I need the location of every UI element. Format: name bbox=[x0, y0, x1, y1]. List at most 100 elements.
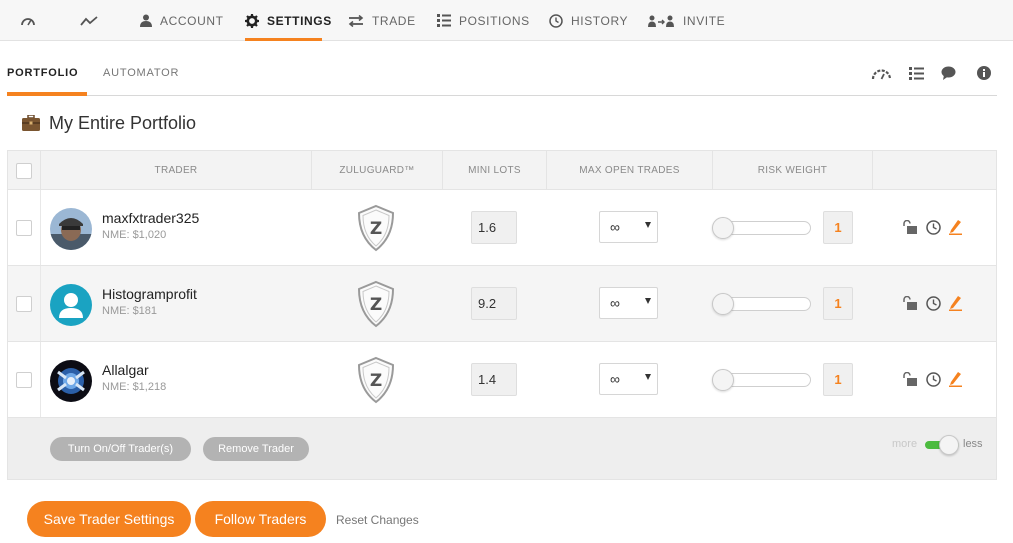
avatar[interactable] bbox=[50, 284, 92, 326]
max-open-trades-value: ∞ bbox=[610, 371, 620, 387]
user-icon bbox=[140, 14, 152, 27]
mini-lots-input[interactable]: 1.4 bbox=[471, 363, 517, 396]
max-open-trades-value: ∞ bbox=[610, 219, 620, 235]
trader-name[interactable]: Allalgar bbox=[102, 362, 149, 378]
tab-portfolio[interactable]: PORTFOLIO bbox=[7, 67, 78, 79]
nav-performance[interactable] bbox=[80, 0, 106, 41]
toggle-knob bbox=[939, 435, 959, 455]
risk-weight-value[interactable]: 1 bbox=[823, 211, 853, 244]
slider-thumb[interactable] bbox=[712, 293, 734, 315]
svg-text:Z: Z bbox=[370, 295, 382, 315]
list-icon[interactable] bbox=[909, 67, 924, 80]
table-row: maxfxtrader325 NME: $1,020 Z 1.6 ∞ 1 bbox=[8, 190, 996, 266]
trader-nme: NME: $181 bbox=[102, 305, 158, 317]
more-label[interactable]: more bbox=[892, 438, 917, 450]
table-row: Allalgar NME: $1,218 Z 1.4 ∞ 1 bbox=[8, 342, 996, 418]
row-checkbox[interactable] bbox=[16, 371, 32, 388]
max-open-trades-value: ∞ bbox=[610, 295, 620, 311]
nav-account-label: ACCOUNT bbox=[160, 13, 224, 28]
zuluguard-shield-icon[interactable]: Z bbox=[356, 356, 396, 404]
avatar[interactable] bbox=[50, 208, 92, 250]
remove-trader-button[interactable]: Remove Trader bbox=[203, 437, 309, 461]
chevron-down-icon bbox=[645, 374, 651, 380]
trader-nme: NME: $1,218 bbox=[102, 381, 167, 393]
turn-on-off-traders-button[interactable]: Turn On/Off Trader(s) bbox=[50, 437, 191, 461]
swap-arrows-icon bbox=[348, 14, 364, 27]
nav-invite[interactable]: INVITE bbox=[648, 0, 725, 41]
clock-icon[interactable] bbox=[926, 296, 941, 311]
slider-thumb[interactable] bbox=[712, 217, 734, 239]
risk-weight-value[interactable]: 1 bbox=[823, 287, 853, 320]
invite-users-icon bbox=[648, 15, 674, 27]
row-select-cell bbox=[8, 342, 41, 417]
max-open-trades-select[interactable]: ∞ bbox=[599, 211, 658, 243]
unlock-icon[interactable] bbox=[902, 372, 918, 386]
table-footer: Turn On/Off Trader(s) Remove Trader more… bbox=[8, 418, 996, 479]
active-tab-indicator bbox=[245, 38, 322, 41]
portfolio-header: My Entire Portfolio bbox=[22, 110, 196, 136]
risk-weight-slider[interactable] bbox=[712, 369, 811, 391]
trader-name[interactable]: maxfxtrader325 bbox=[102, 210, 199, 226]
top-navigation: ACCOUNT SETTINGS TRADE POSITIONS HISTORY… bbox=[0, 0, 1013, 41]
pencil-icon[interactable] bbox=[949, 372, 962, 387]
header-mini-lots: MINI LOTS bbox=[443, 151, 547, 190]
clock-icon bbox=[549, 13, 563, 28]
more-less-toggle[interactable] bbox=[925, 435, 959, 455]
unlock-icon[interactable] bbox=[902, 296, 918, 310]
zuluguard-shield-icon[interactable]: Z bbox=[356, 204, 396, 252]
row-select-cell bbox=[8, 190, 41, 265]
select-all-cell bbox=[8, 151, 41, 190]
speedometer-icon bbox=[21, 17, 35, 25]
reset-changes-link[interactable]: Reset Changes bbox=[336, 513, 419, 527]
select-all-checkbox[interactable] bbox=[16, 162, 32, 179]
pencil-icon[interactable] bbox=[949, 220, 962, 235]
page-title: My Entire Portfolio bbox=[49, 112, 197, 133]
max-open-trades-select[interactable]: ∞ bbox=[599, 363, 658, 395]
svg-text:Z: Z bbox=[370, 219, 382, 239]
briefcase-icon bbox=[22, 115, 40, 131]
portfolio-table: TRADER ZULUGUARD™ MINI LOTS MAX OPEN TRA… bbox=[7, 150, 997, 480]
follow-traders-button[interactable]: Follow Traders bbox=[195, 501, 326, 537]
mini-lots-input[interactable]: 9.2 bbox=[471, 287, 517, 320]
avatar[interactable] bbox=[50, 360, 92, 402]
max-open-trades-select[interactable]: ∞ bbox=[599, 287, 658, 319]
header-trader: TRADER bbox=[41, 151, 312, 190]
header-max-open-trades: MAX OPEN TRADES bbox=[547, 151, 713, 190]
trader-nme: NME: $1,020 bbox=[102, 229, 167, 241]
info-icon[interactable] bbox=[977, 66, 991, 80]
save-trader-settings-button[interactable]: Save Trader Settings bbox=[27, 501, 191, 537]
tab-automator[interactable]: AUTOMATOR bbox=[103, 67, 179, 79]
header-actions bbox=[873, 151, 996, 190]
header-zuluguard: ZULUGUARD™ bbox=[312, 151, 443, 190]
clock-icon[interactable] bbox=[926, 220, 941, 235]
trader-name[interactable]: Histogramprofit bbox=[102, 286, 197, 302]
nav-account[interactable]: ACCOUNT bbox=[140, 0, 224, 41]
chat-bubble-icon[interactable] bbox=[941, 66, 956, 80]
mini-lots-input[interactable]: 1.6 bbox=[471, 211, 517, 244]
clock-icon[interactable] bbox=[926, 372, 941, 387]
risk-weight-value[interactable]: 1 bbox=[823, 363, 853, 396]
less-label[interactable]: less bbox=[963, 438, 983, 450]
header-risk-weight: RISK WEIGHT bbox=[713, 151, 873, 190]
risk-weight-slider[interactable] bbox=[712, 293, 811, 315]
nav-invite-label: INVITE bbox=[683, 13, 726, 28]
slider-thumb[interactable] bbox=[712, 369, 734, 391]
risk-weight-slider[interactable] bbox=[712, 217, 811, 239]
nav-history[interactable]: HISTORY bbox=[549, 0, 628, 41]
unlock-icon[interactable] bbox=[902, 220, 918, 234]
nav-trade-label: TRADE bbox=[372, 13, 416, 28]
row-checkbox[interactable] bbox=[16, 295, 32, 312]
gear-icon bbox=[245, 13, 259, 28]
nav-dashboard[interactable] bbox=[20, 0, 44, 41]
nav-trade[interactable]: TRADE bbox=[348, 0, 416, 41]
row-checkbox[interactable] bbox=[16, 219, 32, 236]
nav-positions[interactable]: POSITIONS bbox=[437, 0, 530, 41]
speedometer-icon[interactable] bbox=[871, 67, 892, 80]
nav-positions-label: POSITIONS bbox=[459, 13, 530, 28]
svg-text:Z: Z bbox=[370, 371, 382, 391]
nav-settings[interactable]: SETTINGS bbox=[245, 0, 332, 41]
zuluguard-shield-icon[interactable]: Z bbox=[356, 280, 396, 328]
active-subtab-indicator bbox=[7, 92, 87, 96]
nav-history-label: HISTORY bbox=[571, 13, 629, 28]
pencil-icon[interactable] bbox=[949, 296, 962, 311]
